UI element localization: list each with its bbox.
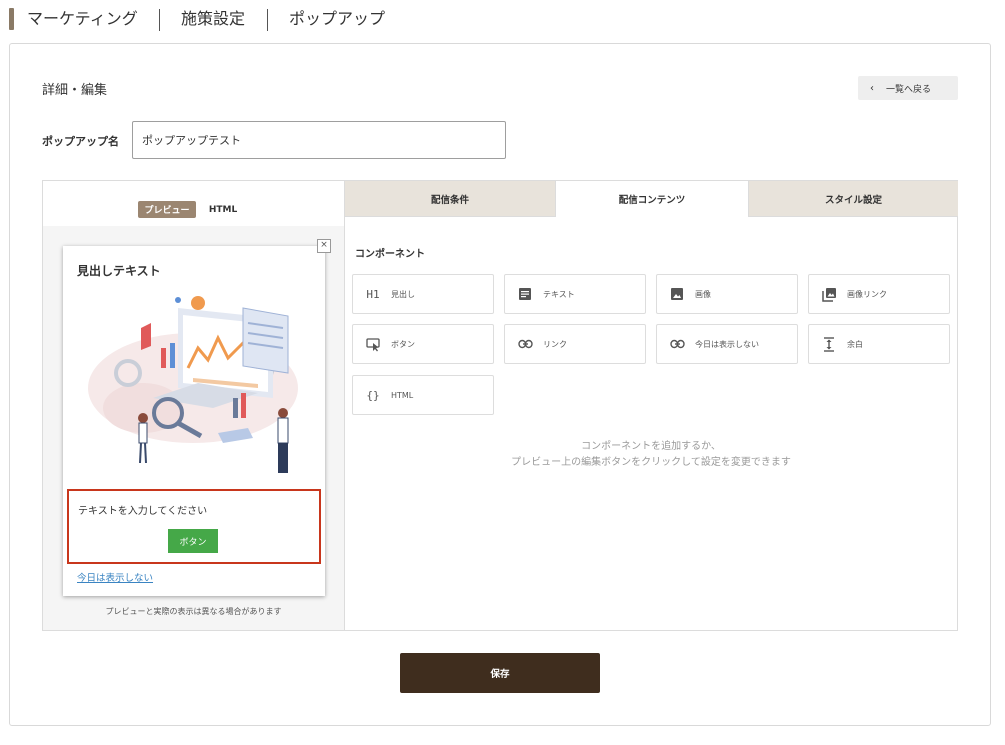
preview-toggle-bar: プレビュー HTML (43, 181, 344, 226)
components-title: コンポーネント (355, 249, 425, 260)
popup-heading[interactable]: 見出しテキスト (77, 262, 161, 279)
preview-disclaimer: プレビューと実際の表示は異なる場合があります (105, 607, 282, 616)
back-button-label: 一覧へ戻る (886, 84, 932, 95)
component-label: HTML (391, 390, 414, 400)
component-spacing-button[interactable]: 余白 (808, 324, 950, 364)
breadcrumb: マーケティング 施策設定 ポップアップ (0, 0, 1005, 40)
breadcrumb-item-marketing[interactable]: マーケティング (27, 9, 138, 29)
component-link-button[interactable]: リンク (504, 324, 646, 364)
breadcrumb-item-settings[interactable]: 施策設定 (181, 9, 245, 29)
component-dont-show-today-button[interactable]: 今日は表示しない (656, 324, 798, 364)
toggle-html-button[interactable]: HTML (206, 201, 240, 218)
link-icon (517, 336, 533, 352)
tab-delivery-conditions[interactable]: 配信条件 (345, 181, 555, 217)
component-label: ボタン (391, 339, 415, 349)
preview-column: プレビュー HTML × 見出しテキスト テキストを入力してください ボタン 今… (43, 181, 345, 630)
back-to-list-button[interactable]: ‹ 一覧へ戻る (858, 76, 958, 100)
component-html-button[interactable]: {} HTML (352, 375, 494, 415)
save-button[interactable]: 保存 (400, 653, 600, 693)
heading-icon: H1 (366, 287, 380, 301)
popup-illustration-image[interactable] (83, 288, 313, 488)
component-label: 画像 (695, 289, 711, 299)
image-icon (669, 286, 685, 302)
components-hint-line2: プレビュー上の編集ボタンをクリックして設定を変更できます (511, 457, 791, 468)
component-image-button[interactable]: 画像 (656, 274, 798, 314)
component-label: テキスト (543, 289, 575, 299)
popup-text-block-selected[interactable]: テキストを入力してください ボタン (67, 489, 321, 564)
component-label: 見出し (391, 289, 415, 299)
dont-show-today-link[interactable]: 今日は表示しない (77, 570, 153, 584)
component-text-button[interactable]: テキスト (504, 274, 646, 314)
component-label: 余白 (847, 339, 863, 349)
component-label: 画像リンク (847, 289, 887, 299)
popup-name-label: ポップアップ名 (42, 135, 119, 148)
editor-panel: プレビュー HTML × 見出しテキスト テキストを入力してください ボタン 今… (42, 180, 958, 631)
popup-preview: × 見出しテキスト テキストを入力してください ボタン 今日は表示しない (63, 239, 331, 596)
tab-delivery-content[interactable]: 配信コンテンツ (555, 181, 749, 217)
component-label: 今日は表示しない (695, 339, 759, 349)
page-title: 詳細・編集 (42, 83, 108, 98)
breadcrumb-item-popup: ポップアップ (289, 9, 386, 28)
popup-body-text[interactable]: テキストを入力してください (78, 502, 207, 517)
toggle-preview-button[interactable]: プレビュー (138, 201, 196, 218)
chevron-left-icon: ‹ (870, 82, 874, 94)
tab-style-settings[interactable]: スタイル設定 (749, 181, 958, 217)
component-label: リンク (543, 339, 567, 349)
breadcrumb-accent-bar (9, 8, 14, 30)
text-icon (517, 286, 533, 302)
code-icon: {} (366, 388, 380, 402)
component-heading-button[interactable]: H1 見出し (352, 274, 494, 314)
breadcrumb-separator (159, 9, 160, 31)
popup-action-button[interactable]: ボタン (168, 529, 218, 553)
button-icon (365, 336, 381, 352)
components-hint-line1: コンポーネントを追加するか、 (581, 441, 721, 452)
component-image-link-button[interactable]: 画像リンク (808, 274, 950, 314)
image-link-icon (821, 286, 837, 302)
editor-tabs: 配信条件 配信コンテンツ スタイル設定 (345, 181, 958, 217)
link-icon (669, 336, 685, 352)
component-button-button[interactable]: ボタン (352, 324, 494, 364)
close-icon[interactable]: × (317, 239, 331, 253)
popup-name-input[interactable] (132, 121, 506, 159)
spacing-icon (821, 336, 837, 352)
breadcrumb-separator (267, 9, 268, 31)
